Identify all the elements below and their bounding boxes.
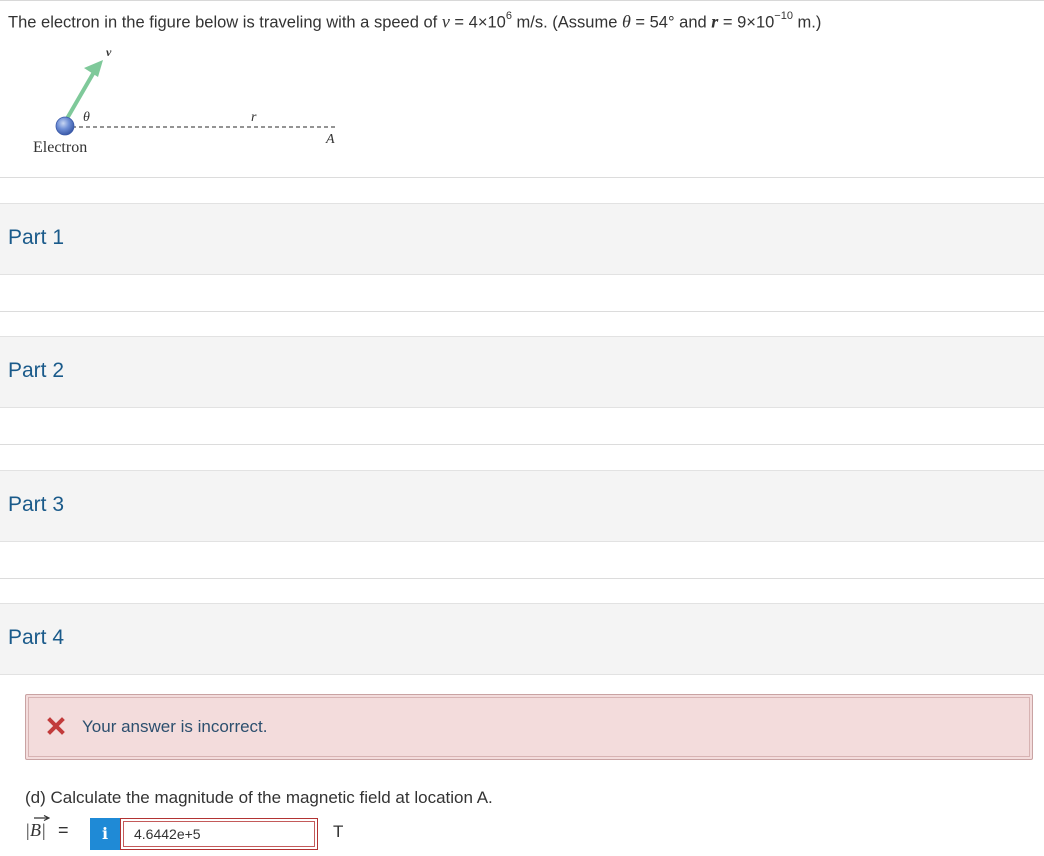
equals-sign: = — [449, 13, 469, 32]
x-mark-icon — [47, 717, 65, 735]
r-label: r — [251, 110, 257, 125]
answer-row: |B| = i T — [25, 815, 425, 850]
speed-unit: m/s. (Assume — [511, 13, 622, 32]
part-4-label[interactable]: Part 4 — [8, 626, 64, 650]
times-sign: × — [746, 13, 756, 32]
part-1-header[interactable]: Part 1 — [0, 203, 1044, 275]
question-d-text: (d) Calculate the magnitude of the magne… — [25, 788, 493, 807]
section-divider — [0, 177, 1044, 178]
theta-symbol: θ — [621, 11, 631, 32]
equals-sign: = — [718, 13, 738, 32]
problem-statement: The electron in the figure below is trav… — [8, 7, 821, 34]
equals-sign: = — [630, 13, 650, 32]
electron-figure: v θ r A Electron — [20, 44, 360, 162]
part-3-label[interactable]: Part 3 — [8, 493, 64, 517]
ten-base: 10 — [487, 13, 506, 32]
part-4-header[interactable]: Part 4 — [0, 603, 1044, 675]
magnetic-field-label: |B| — [25, 820, 46, 840]
section-divider — [0, 578, 1044, 579]
answer-field-frame — [120, 818, 318, 850]
section-divider — [0, 444, 1044, 445]
section-divider — [0, 311, 1044, 312]
v-label: v — [106, 45, 112, 59]
speed-exponent: 6 — [505, 10, 512, 22]
feedback-message: Your answer is incorrect. — [82, 717, 268, 736]
r-exponent: −10 — [774, 10, 793, 22]
speed-mantissa: 4 — [468, 13, 478, 32]
part-1-label[interactable]: Part 1 — [8, 226, 64, 250]
part-2-header[interactable]: Part 2 — [0, 336, 1044, 408]
answer-input[interactable] — [123, 821, 315, 847]
top-divider — [0, 0, 1044, 1]
part-2-label[interactable]: Part 2 — [8, 359, 64, 383]
electron-dot — [55, 116, 75, 136]
equals-sign: = — [58, 820, 69, 840]
theta-value: 54° and — [649, 13, 712, 32]
part-3-header[interactable]: Part 3 — [0, 470, 1044, 542]
speed-symbol: v — [441, 11, 450, 32]
incorrect-feedback-banner: Your answer is incorrect. — [25, 694, 1033, 760]
r-mantissa: 9 — [737, 13, 747, 32]
ten-base: 10 — [755, 13, 775, 32]
electron-label: Electron — [33, 139, 87, 156]
unit-label: T — [333, 822, 344, 841]
problem-lead-text: The electron in the figure below is trav… — [8, 13, 442, 32]
a-label: A — [325, 132, 335, 147]
r-unit: m.) — [792, 13, 822, 32]
info-button[interactable]: i — [90, 818, 120, 850]
theta-label: θ — [83, 110, 90, 125]
